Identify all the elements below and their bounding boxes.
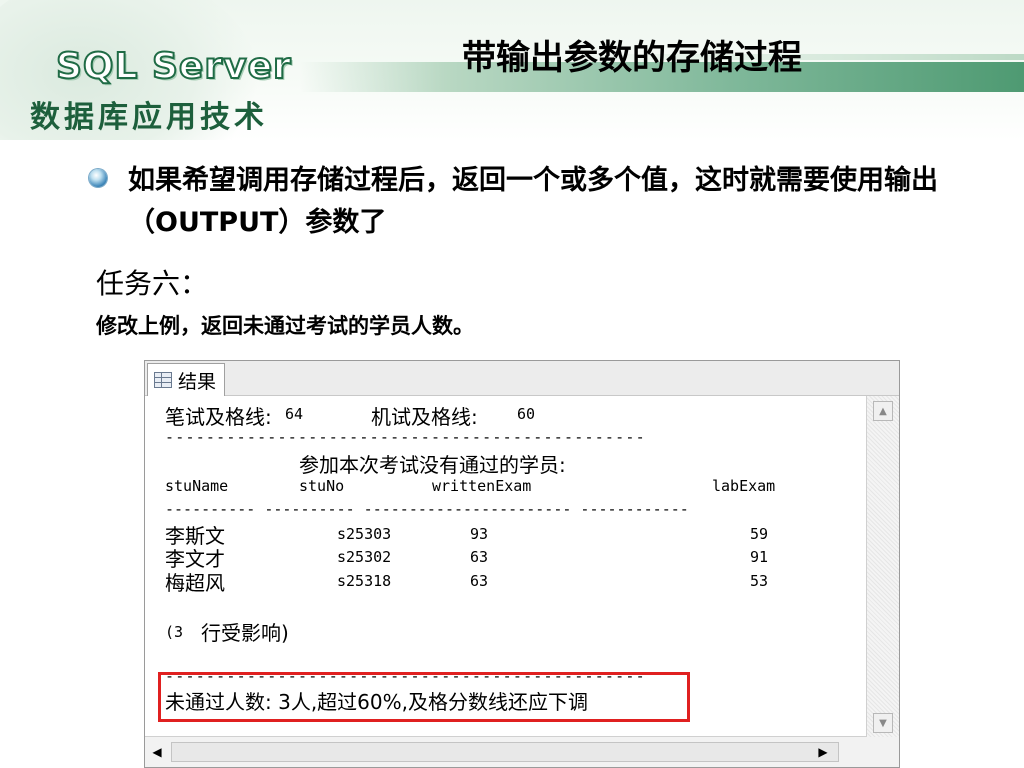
tab-results[interactable]: 结果 [147,363,226,396]
scroll-left-arrow-icon[interactable]: ◀ [147,742,167,762]
bullet-text: 如果希望调用存储过程后，返回一个或多个值，这时就需要使用输出（OUTPUT）参数… [128,165,938,238]
rows-affected-text: 行受影响) [201,621,289,645]
scroll-right-arrow-icon[interactable]: ▶ [813,742,833,762]
bullet-orb-icon [89,169,107,187]
logo-subtitle: 数据库应用技术 [30,100,268,135]
rows-affected-prefix: (3 [165,623,184,641]
column-header-stuno: stuNo [299,477,345,495]
row-3-labexam: 53 [750,572,769,590]
horizontal-scroll-thumb[interactable] [171,742,839,762]
horizontal-scrollbar[interactable]: ◀ ▶ [145,736,867,767]
grid-icon [154,372,172,388]
pass-line-label-lab: 机试及格线: [371,405,478,429]
section-caption: 参加本次考试没有通过的学员: [299,453,566,477]
row-2-labexam: 91 [750,548,769,566]
row-1-labexam: 59 [750,525,769,543]
scroll-up-arrow-icon[interactable]: ▲ [873,401,893,421]
column-header-labexam: labExam [712,477,776,495]
slide-title: 带输出参数的存储过程 [462,38,802,78]
pass-line-value-written: 64 [285,405,304,423]
row-1-stuno: s25303 [337,525,392,543]
task-description: 修改上例，返回未通过考试的学员人数。 [96,314,474,338]
row-3-writtenexam: 63 [470,572,489,590]
column-header-writtenexam: writtenExam [432,477,532,495]
column-header-stuname: stuName [165,477,229,495]
pass-line-label-written: 笔试及格线: [165,405,272,429]
row-1-writtenexam: 93 [470,525,489,543]
row-3-stuno: s25318 [337,572,392,590]
results-tab-strip: 结果 [145,361,899,396]
task-title: 任务六： [96,267,209,300]
scroll-down-arrow-icon[interactable]: ▼ [873,713,893,733]
column-underline: ---------- ---------- ------------------… [165,500,689,518]
summary-highlight-box [158,672,690,722]
separator-line: ----------------------------------------… [165,428,646,446]
vertical-scrollbar[interactable] [866,396,899,738]
scrollbar-corner [867,737,899,767]
row-3-stuname: 梅超风 [165,571,225,595]
logo-title: SQL Server [55,45,292,88]
row-2-writtenexam: 63 [470,548,489,566]
pass-line-value-lab: 60 [517,405,536,423]
row-2-stuno: s25302 [337,548,392,566]
tab-results-label: 结果 [178,370,217,393]
